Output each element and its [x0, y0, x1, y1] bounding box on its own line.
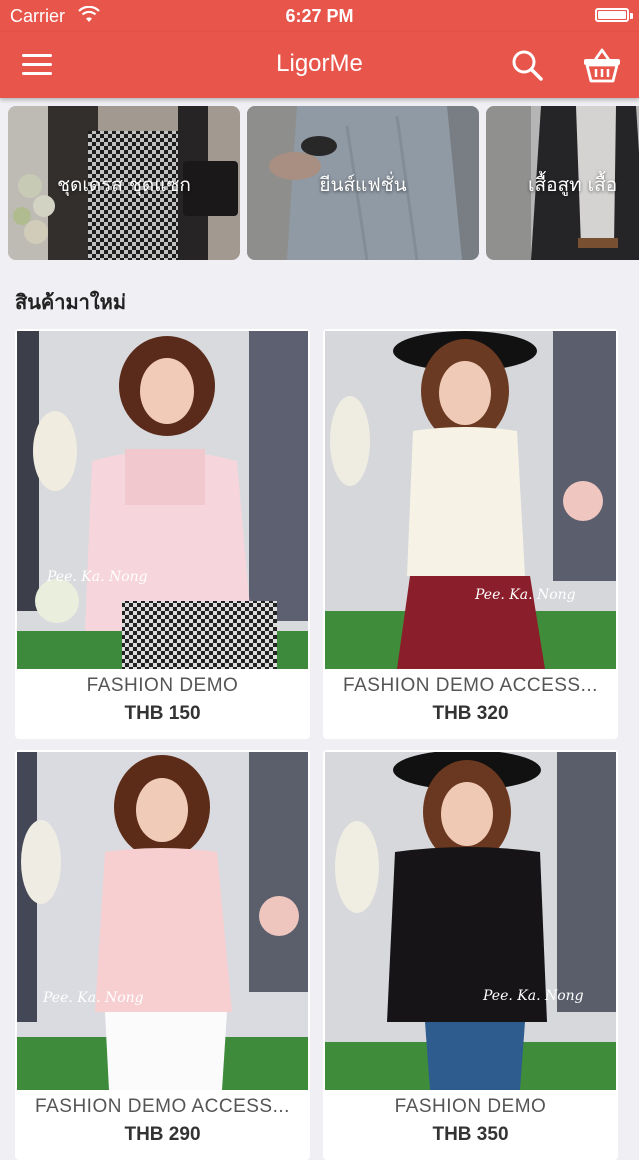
watermark: Pee. Ka. Nong [482, 988, 584, 1004]
category-tile-suit[interactable]: เสื้อสูท เสื้อ [486, 106, 639, 260]
product-price: THB 350 [432, 1124, 509, 1145]
category-carousel[interactable]: ชุดเดรส ชุดแซก ยีนส์แฟชั่น เสื้อสูท เสื้… [0, 106, 639, 262]
clock: 6:27 PM [285, 6, 354, 26]
product-card[interactable]: Pee. Ka. Nong FASHION DEMO ACCESS... THB… [323, 329, 618, 739]
product-name: FASHION DEMO ACCESS... [343, 675, 598, 696]
status-bar: Carrier 6:27 PM [0, 0, 639, 32]
category-label: เสื้อสูท เสื้อ [528, 174, 618, 196]
watermark: Pee. Ka. Nong [46, 569, 148, 585]
product-price: THB 290 [124, 1124, 201, 1145]
search-button[interactable] [510, 48, 544, 82]
product-name: FASHION DEMO [394, 1096, 547, 1117]
product-image: Pee. Ka. Nong [325, 752, 616, 1090]
product-name: FASHION DEMO ACCESS... [35, 1096, 290, 1117]
product-image: Pee. Ka. Nong [325, 331, 616, 669]
watermark: Pee. Ka. Nong [474, 587, 576, 603]
navigation-bar: LigorMe [0, 32, 639, 98]
new-arrivals-heading: สินค้ามาใหม่ [15, 290, 127, 314]
battery-icon [595, 8, 633, 22]
product-card[interactable]: Pee. Ka. Nong FASHION DEMO THB 350 [323, 750, 618, 1160]
category-tile-dress[interactable]: ชุดเดรส ชุดแซก [8, 106, 240, 260]
basket-button[interactable] [582, 46, 622, 84]
product-name: FASHION DEMO [86, 675, 239, 696]
search-icon [512, 50, 543, 81]
product-price: THB 150 [124, 703, 201, 724]
product-image: Pee. Ka. Nong [17, 752, 308, 1090]
category-label: ยีนส์แฟชั่น [319, 174, 407, 196]
category-tile-jeans[interactable]: ยีนส์แฟชั่น [247, 106, 479, 260]
product-price: THB 320 [432, 703, 509, 724]
product-image: Pee. Ka. Nong [17, 331, 308, 669]
basket-icon [584, 48, 620, 83]
product-card[interactable]: Pee. Ka. Nong FASHION DEMO THB 150 [15, 329, 310, 739]
product-card[interactable]: Pee. Ka. Nong FASHION DEMO ACCESS... THB… [15, 750, 310, 1160]
category-label: ชุดเดรส ชุดแซก [57, 174, 191, 196]
watermark: Pee. Ka. Nong [42, 990, 144, 1006]
